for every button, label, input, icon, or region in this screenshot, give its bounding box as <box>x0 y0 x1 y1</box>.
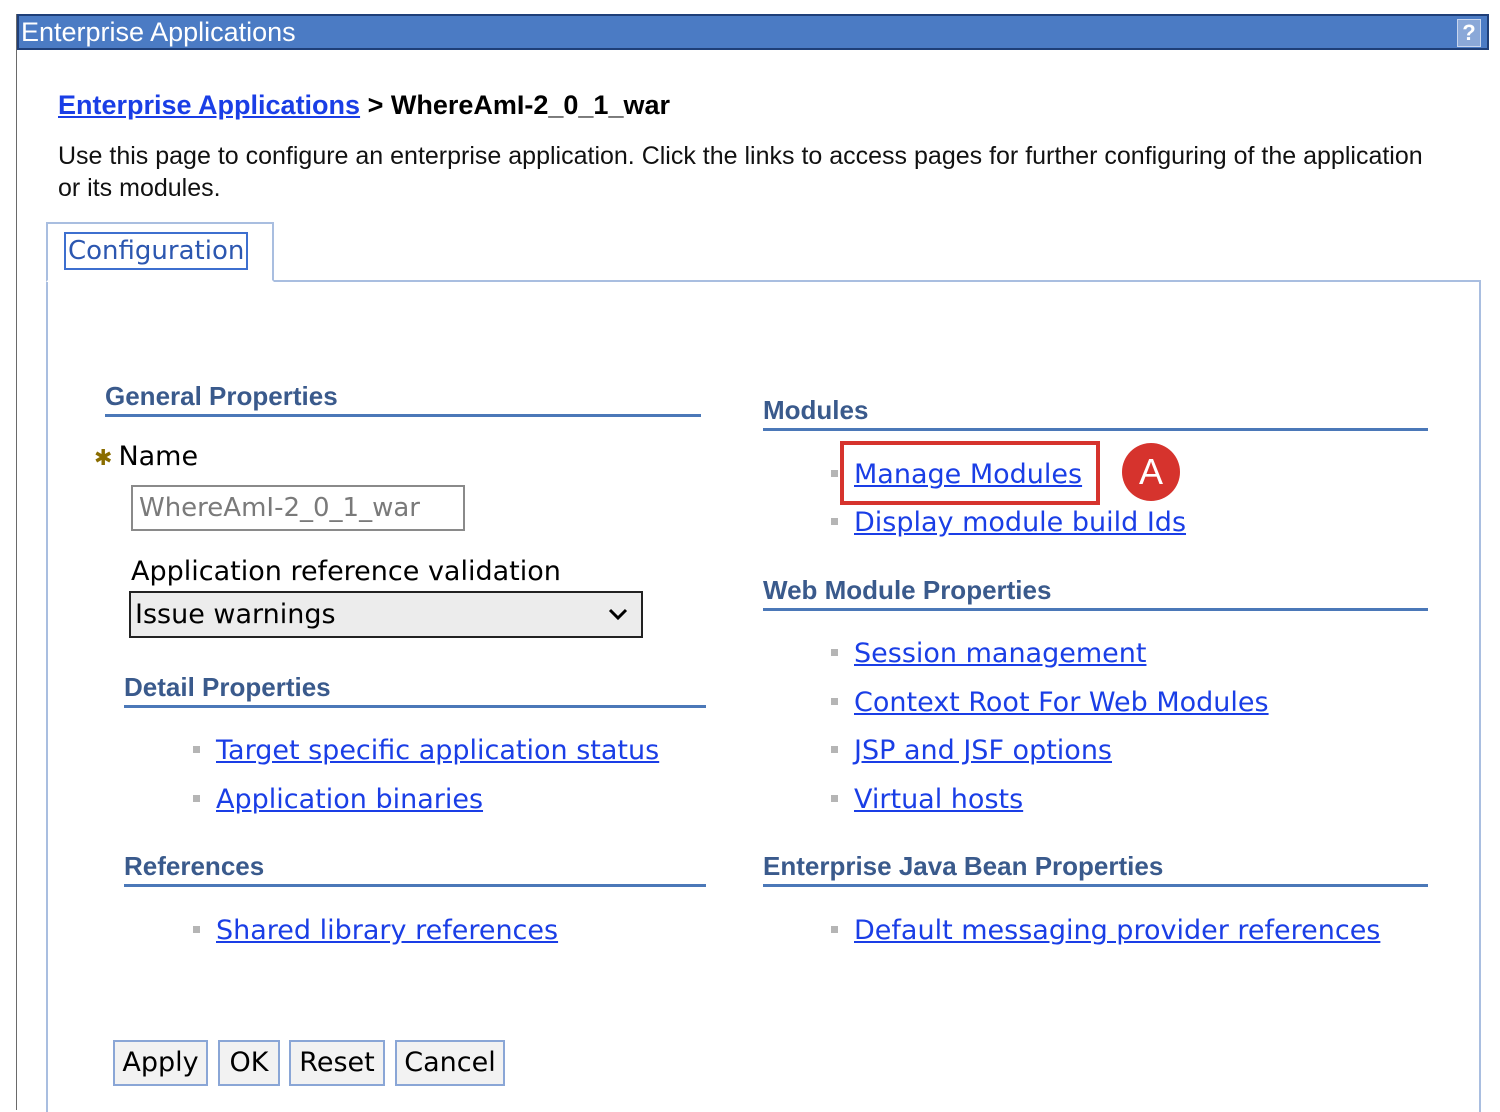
virtual-hosts-link[interactable]: Virtual hosts <box>854 784 1023 815</box>
list-item: Shared library references <box>193 915 558 946</box>
tab-configuration[interactable]: Configuration <box>46 222 274 282</box>
list-item: Session management <box>831 638 1146 669</box>
breadcrumb-separator: > <box>360 90 391 120</box>
window-titlebar: Enterprise Applications ? <box>17 14 1489 50</box>
ejb-properties-heading: Enterprise Java Bean Properties <box>763 851 1428 887</box>
list-item: Virtual hosts <box>831 784 1023 815</box>
bullet-icon <box>831 470 838 477</box>
detail-properties-heading: Detail Properties <box>124 672 706 708</box>
jsp-and-jsf-options-link[interactable]: JSP and JSF options <box>854 735 1112 766</box>
page-description: Use this page to configure an enterprise… <box>58 142 1423 202</box>
bullet-icon <box>831 649 838 656</box>
ok-button[interactable]: OK <box>218 1040 280 1086</box>
application-reference-validation-select[interactable]: Issue warnings <box>129 591 643 638</box>
apply-button[interactable]: Apply <box>113 1040 208 1086</box>
default-messaging-provider-references-link[interactable]: Default messaging provider references <box>854 915 1380 946</box>
session-management-link[interactable]: Session management <box>854 638 1146 669</box>
web-module-properties-heading: Web Module Properties <box>763 575 1428 611</box>
list-item: Display module build Ids <box>831 507 1186 538</box>
chevron-down-icon <box>607 593 629 651</box>
bullet-icon <box>831 926 838 933</box>
bullet-icon <box>193 926 200 933</box>
breadcrumb-current: WhereAmI-2_0_1_war <box>390 90 670 120</box>
bullet-icon <box>193 795 200 802</box>
target-specific-application-status-link[interactable]: Target specific application status <box>216 735 659 766</box>
arv-selected-value: Issue warnings <box>135 599 336 630</box>
bullet-icon <box>193 746 200 753</box>
name-field[interactable]: WhereAmI-2_0_1_war <box>131 485 465 531</box>
bullet-icon <box>831 698 838 705</box>
list-item: Default messaging provider references <box>831 915 1380 946</box>
shared-library-references-link[interactable]: Shared library references <box>216 915 558 946</box>
cancel-button[interactable]: Cancel <box>395 1040 505 1086</box>
bullet-icon <box>831 518 838 525</box>
list-item: Context Root For Web Modules <box>831 687 1269 718</box>
help-icon[interactable]: ? <box>1457 19 1481 47</box>
context-root-for-web-modules-link[interactable]: Context Root For Web Modules <box>854 687 1269 718</box>
list-item: Application binaries <box>193 784 483 815</box>
bullet-icon <box>831 746 838 753</box>
bullet-icon <box>831 795 838 802</box>
reset-button[interactable]: Reset <box>289 1040 385 1086</box>
breadcrumb: Enterprise Applications > WhereAmI-2_0_1… <box>58 90 670 121</box>
list-item: Target specific application status <box>193 735 659 766</box>
required-icon: ✱ <box>94 446 113 471</box>
window-title: Enterprise Applications <box>21 17 296 47</box>
name-label-text: Name <box>118 441 199 472</box>
application-reference-validation-label: Application reference validation <box>131 556 561 587</box>
list-item: JSP and JSF options <box>831 735 1112 766</box>
tab-configuration-label[interactable]: Configuration <box>64 232 249 270</box>
modules-heading: Modules <box>763 395 1428 431</box>
name-label: ✱ Name <box>94 441 198 472</box>
breadcrumb-enterprise-applications-link[interactable]: Enterprise Applications <box>58 90 360 120</box>
references-heading: References <box>124 851 706 887</box>
application-binaries-link[interactable]: Application binaries <box>216 784 483 815</box>
annotation-highlight-box <box>840 441 1100 505</box>
display-module-build-ids-link[interactable]: Display module build Ids <box>854 507 1186 538</box>
annotation-marker: A <box>1122 443 1180 501</box>
general-properties-heading: General Properties <box>105 381 701 417</box>
